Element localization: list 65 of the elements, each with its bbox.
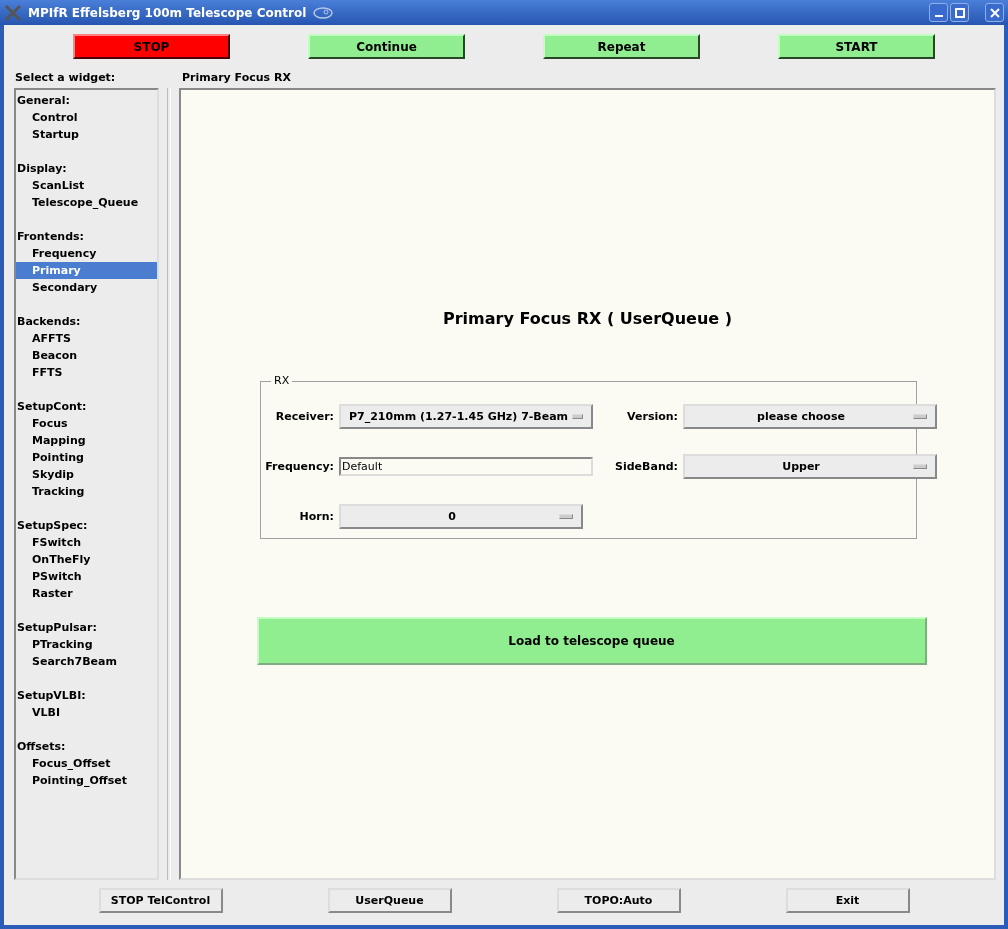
minimize-icon	[934, 15, 943, 17]
group-legend: RX	[271, 374, 293, 387]
group-label: General:	[16, 93, 71, 109]
minimize-button[interactable]	[929, 3, 948, 22]
list-item[interactable]: Skydip	[16, 466, 157, 483]
maximize-button[interactable]	[950, 3, 969, 22]
list-item[interactable]: AFFTS	[16, 330, 157, 347]
list-item[interactable]: FFTS	[16, 364, 157, 381]
load-button[interactable]: Load to telescope queue	[256, 617, 927, 665]
group-label: SetupSpec:	[16, 518, 89, 534]
list-item[interactable]: Focus	[16, 415, 157, 432]
list-item[interactable]: VLBI	[16, 704, 157, 721]
dropdown[interactable]: P7_210mm (1.27-1.45 GHz) 7-Beam	[339, 404, 593, 429]
action-button[interactable]: Continue	[308, 34, 465, 59]
list-item[interactable]: Telescope_Queue	[16, 194, 157, 211]
field-label: Frequency:	[264, 460, 334, 473]
action-button[interactable]: Repeat	[543, 34, 700, 59]
x-logo-icon	[4, 3, 22, 22]
close-icon	[989, 7, 1000, 18]
list-item[interactable]: Pointing_Offset	[16, 772, 157, 789]
group-label: SetupCont:	[16, 399, 88, 415]
action-button[interactable]: Exit	[785, 888, 910, 913]
group-label: Offsets:	[16, 739, 67, 755]
group-label: Frontends:	[16, 229, 85, 245]
list-item[interactable]: Pointing	[16, 449, 157, 466]
list-item[interactable]: Tracking	[16, 483, 157, 500]
field-label: SideBand:	[614, 460, 678, 473]
maximize-icon	[954, 7, 965, 18]
input-field[interactable]: Default	[339, 457, 593, 476]
group-label: Display:	[16, 161, 68, 177]
list-item[interactable]: Search7Beam	[16, 653, 157, 670]
group-label: SetupVLBI:	[16, 688, 87, 704]
action-button[interactable]: STOP TelControl	[98, 888, 223, 913]
list-item[interactable]: FSwitch	[16, 534, 157, 551]
list-item[interactable]: Secondary	[16, 279, 157, 296]
list-item[interactable]: Control	[16, 109, 157, 126]
list-item[interactable]: PTracking	[16, 636, 157, 653]
action-button[interactable]: UserQueue	[327, 888, 452, 913]
list-item[interactable]: Startup	[16, 126, 157, 143]
swirl-icon	[312, 5, 335, 20]
dropdown[interactable]: 0	[339, 504, 583, 529]
dropdown[interactable]: please choose	[683, 404, 937, 429]
field-label: Version:	[626, 410, 678, 423]
list-item[interactable]: Primary	[16, 262, 157, 279]
list-item[interactable]: Frequency	[16, 245, 157, 262]
field-label: Receiver:	[274, 410, 334, 423]
group-label: Backends:	[16, 314, 82, 330]
list-item[interactable]: PSwitch	[16, 568, 157, 585]
action-button[interactable]: TOPO:Auto	[556, 888, 681, 913]
panel-heading: Primary Focus RX ( UserQueue )	[442, 309, 732, 328]
list-item[interactable]: OnTheFly	[16, 551, 157, 568]
sidebar-title: Select a widget:	[15, 71, 117, 85]
dropdown[interactable]: Upper	[683, 454, 937, 479]
list-item[interactable]: Focus_Offset	[16, 755, 157, 772]
list-item[interactable]: Raster	[16, 585, 157, 602]
panel-title: Primary Focus RX	[182, 71, 291, 85]
group-label: SetupPulsar:	[16, 620, 98, 636]
action-button[interactable]: START	[778, 34, 935, 59]
list-item[interactable]: Mapping	[16, 432, 157, 449]
close-button[interactable]	[985, 3, 1004, 22]
window-title: MPIfR Effelsberg 100m Telescope Control	[28, 5, 307, 20]
field-label: Horn:	[298, 510, 334, 523]
stop-button[interactable]: STOP	[73, 34, 230, 59]
list-item[interactable]: Beacon	[16, 347, 157, 364]
list-item[interactable]: ScanList	[16, 177, 157, 194]
